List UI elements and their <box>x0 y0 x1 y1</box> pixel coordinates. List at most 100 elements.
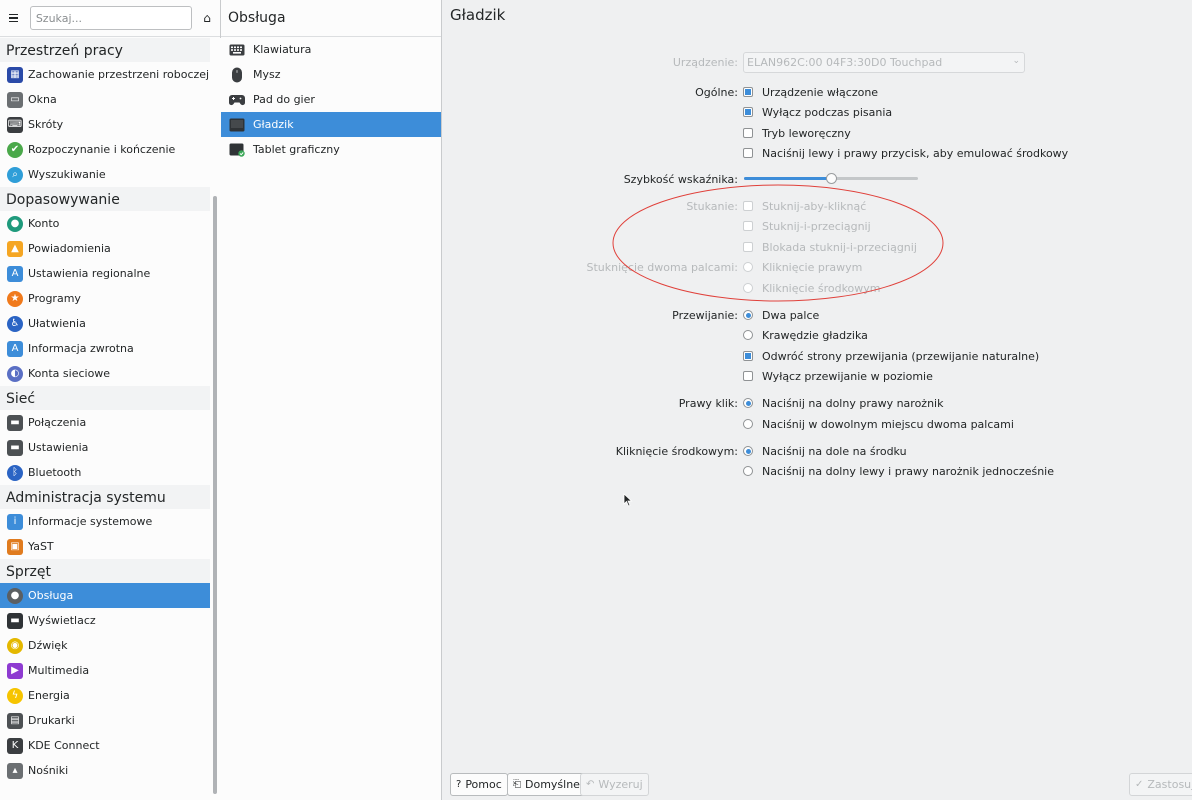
general-label: Ogólne: <box>695 86 738 99</box>
radio-circle[interactable] <box>743 330 753 340</box>
sidebar-item-label: Informacja zwrotna <box>28 342 134 355</box>
sidebar-item[interactable]: ▲ Powiadomienia <box>0 236 210 261</box>
general-option-label: Urządzenie włączone <box>762 85 879 99</box>
subcategory-item[interactable]: Klawiatura <box>221 37 441 62</box>
sidebar-scrollbar[interactable] <box>210 38 221 800</box>
account-icon: ● <box>7 215 23 232</box>
checkbox-box[interactable] <box>743 148 753 158</box>
home-icon[interactable]: ⌂ <box>200 11 214 25</box>
sidebar-item-label: Informacje systemowe <box>28 515 153 528</box>
middle-click-option-label: Naciśnij na dole na środku <box>762 444 907 458</box>
scrolling-method-radio[interactable]: Krawędzie gładzika <box>743 327 868 343</box>
sidebar-item[interactable]: ◉ Dźwięk <box>0 633 210 658</box>
sidebar-item-label: YaST <box>28 540 54 553</box>
audio-icon: ◉ <box>7 637 23 654</box>
radio-circle[interactable] <box>743 310 753 320</box>
subcategory-item[interactable]: Tablet graficzny <box>221 137 441 162</box>
radio-circle[interactable] <box>743 466 753 476</box>
middle-click-option-radio[interactable]: Naciśnij na dolny lewy i prawy narożnik … <box>743 463 1054 479</box>
general-option-checkbox[interactable]: Urządzenie włączone <box>743 84 878 100</box>
sidebar-item[interactable]: ● Konto <box>0 211 210 236</box>
radio-circle[interactable] <box>743 446 753 456</box>
sidebar-item[interactable]: K KDE Connect <box>0 733 210 758</box>
apply-button[interactable]: ✓ Zastosuj <box>1129 773 1192 796</box>
keyboard-icon <box>229 43 245 57</box>
middle-click-option-radio[interactable]: Naciśnij na dole na środku <box>743 443 907 459</box>
keyboard-shortcuts-icon: ⌨ <box>7 116 23 133</box>
subcategory-item[interactable]: Mysz <box>221 62 441 87</box>
energy-icon: ϟ <box>7 687 23 704</box>
right-click-option-label: Naciśnij na dolny prawy narożnik <box>762 396 944 410</box>
sidebar-item-label: Wyświetlacz <box>28 614 96 627</box>
sidebar-item[interactable]: ▬ Połączenia <box>0 410 210 435</box>
scrollbar-thumb[interactable] <box>213 196 217 794</box>
middle-click-option-label: Naciśnij na dolny lewy i prawy narożnik … <box>762 464 1054 478</box>
sidebar-item[interactable]: ▤ Drukarki <box>0 708 210 733</box>
device-select[interactable]: ELAN962C:00 04F3:30D0 Touchpad ⌄ <box>743 52 1025 73</box>
sidebar-toolbar: ⌂ <box>0 0 220 37</box>
sidebar-item[interactable]: ⌕ Wyszukiwanie <box>0 162 210 187</box>
subcategory-label: Pad do gier <box>253 93 315 106</box>
sidebar-item[interactable]: ▦ Zachowanie przestrzeni roboczej <box>0 62 210 87</box>
checkbox-box[interactable] <box>743 128 753 138</box>
scrolling-option-checkbox[interactable]: Wyłącz przewijanie w poziomie <box>743 368 933 384</box>
reset-button-label: Wyzeruj <box>598 778 643 791</box>
sidebar-item[interactable]: ◐ Konta sieciowe <box>0 361 210 386</box>
input-devices-icon: ● <box>7 587 23 604</box>
sidebar-item-label: Konta sieciowe <box>28 367 111 380</box>
sidebar-item[interactable]: ᛒ Bluetooth <box>0 460 210 485</box>
sidebar-item[interactable]: ▬ Ustawienia <box>0 435 210 460</box>
sidebar-item[interactable]: ▣ YaST <box>0 534 210 559</box>
general-option-checkbox[interactable]: Tryb leworęczny <box>743 125 851 141</box>
sidebar-item[interactable]: A Ustawienia regionalne <box>0 261 210 286</box>
hamburger-menu-icon[interactable] <box>6 10 22 26</box>
sidebar-item[interactable]: ▶ Multimedia <box>0 658 210 683</box>
checkbox-box[interactable] <box>743 87 753 97</box>
red-annotation-ellipse <box>612 184 944 302</box>
radio-circle[interactable] <box>743 398 753 408</box>
search-input[interactable] <box>29 6 193 30</box>
sidebar-item[interactable]: ϟ Energia <box>0 683 210 708</box>
help-button[interactable]: ? Pomoc <box>450 773 508 796</box>
sidebar-item-label: Połączenia <box>28 416 87 429</box>
sidebar-item-label: KDE Connect <box>28 739 100 752</box>
checkbox-box[interactable] <box>743 107 753 117</box>
sidebar-item[interactable]: i Informacje systemowe <box>0 509 210 534</box>
bluetooth-icon: ᛒ <box>7 464 23 481</box>
radio-circle[interactable] <box>743 419 753 429</box>
defaults-button[interactable]: ⎗ Domyślne <box>507 773 586 796</box>
sidebar-item[interactable]: ● Obsługa <box>0 583 210 608</box>
subcategory-item[interactable]: Pad do gier <box>221 87 441 112</box>
sidebar-item[interactable]: ♿ Ułatwienia <box>0 311 210 336</box>
sidebar-item[interactable]: ▴ Nośniki <box>0 758 210 783</box>
sidebar-item-label: Konto <box>28 217 60 230</box>
right-click-option-radio[interactable]: Naciśnij w dowolnym miejscu dwoma palcam… <box>743 416 1014 432</box>
checkbox-box[interactable] <box>743 371 753 381</box>
sidebar-item[interactable]: ✔ Rozpoczynanie i kończenie <box>0 137 210 162</box>
feedback-icon: A <box>7 340 23 357</box>
subcategory-item[interactable]: Gładzik <box>221 112 441 137</box>
scrolling-option-label: Wyłącz przewijanie w poziomie <box>762 369 933 383</box>
scrolling-option-label: Odwróć strony przewijania (przewijanie n… <box>762 349 1040 363</box>
regional-icon: A <box>7 265 23 282</box>
sidebar-item[interactable]: A Informacja zwrotna <box>0 336 210 361</box>
category-header: Administracja systemu <box>0 485 210 509</box>
scrolling-option-checkbox[interactable]: Odwróć strony przewijania (przewijanie n… <box>743 348 1039 364</box>
sidebar-item-label: Wyszukiwanie <box>28 168 106 181</box>
sidebar-item-label: Ustawienia <box>28 441 89 454</box>
general-option-checkbox[interactable]: Naciśnij lewy i prawy przycisk, aby emul… <box>743 145 1068 161</box>
right-click-option-radio[interactable]: Naciśnij na dolny prawy narożnik <box>743 395 943 411</box>
checkbox-box[interactable] <box>743 351 753 361</box>
sidebar-item[interactable]: ⌨ Skróty <box>0 112 210 137</box>
slider-fill <box>744 177 831 180</box>
reset-button[interactable]: ↶ Wyzeruj <box>580 773 649 796</box>
subcategory-label: Tablet graficzny <box>253 143 340 156</box>
sidebar-item[interactable]: ▬ Wyświetlacz <box>0 608 210 633</box>
sidebar-item[interactable]: ★ Programy <box>0 286 210 311</box>
category-header: Przestrzeń pracy <box>0 38 210 62</box>
sidebar-item-label: Ułatwienia <box>28 317 86 330</box>
scrolling-method-radio[interactable]: Dwa palce <box>743 307 819 323</box>
gamepad-icon <box>229 93 245 107</box>
general-option-checkbox[interactable]: Wyłącz podczas pisania <box>743 104 892 120</box>
sidebar-item[interactable]: ▭ Okna <box>0 87 210 112</box>
